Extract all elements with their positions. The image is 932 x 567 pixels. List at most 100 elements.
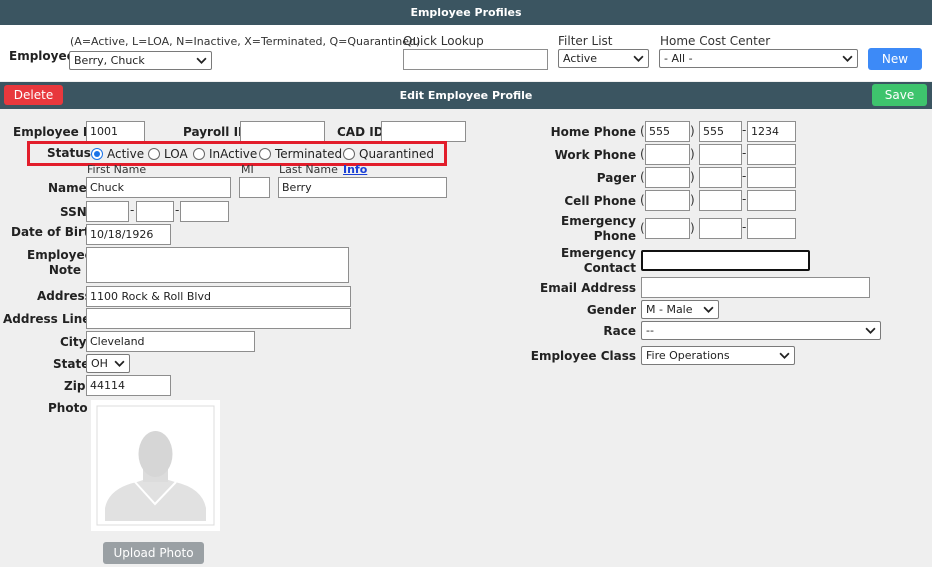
work-phone-area-input[interactable] <box>645 144 690 165</box>
avatar-placeholder-icon <box>96 405 215 526</box>
state-select[interactable]: OH <box>86 354 130 373</box>
email-input[interactable] <box>641 277 870 298</box>
employee-note-textarea[interactable] <box>86 247 349 283</box>
status-option-label: Quarantined <box>359 147 434 161</box>
filter-list-label: Filter List <box>558 34 613 48</box>
chevron-down-icon <box>842 55 853 62</box>
paren-open: ( <box>640 170 645 184</box>
emergency-phone-area-input[interactable] <box>645 218 690 239</box>
filter-list-value: Active <box>563 52 598 65</box>
address-label: Address <box>37 289 92 303</box>
pager-line-input[interactable] <box>747 167 796 188</box>
state-label: State <box>53 357 90 371</box>
page-title: Employee Profiles <box>410 6 522 19</box>
employee-class-select[interactable]: Fire Operations <box>641 346 795 365</box>
address2-input[interactable] <box>86 308 351 329</box>
radio-loa[interactable] <box>148 148 160 160</box>
home-cost-center-select[interactable]: - All - <box>659 49 858 68</box>
note-label-line1: Employee <box>27 248 93 262</box>
quick-lookup-label: Quick Lookup <box>403 34 484 48</box>
emergency-contact-input[interactable] <box>641 250 810 271</box>
city-label: City <box>60 335 87 349</box>
status-radio-loa[interactable]: LOA <box>148 147 188 161</box>
emergency-contact-label-line1: Emergency <box>561 246 636 260</box>
filter-list-select[interactable]: Active <box>558 49 649 68</box>
radio-inactive[interactable] <box>193 148 205 160</box>
zip-label: Zip <box>64 379 86 393</box>
race-select[interactable]: -- <box>641 321 881 340</box>
employee-id-label: Employee ID <box>13 125 98 139</box>
employee-class-label: Employee Class <box>530 349 636 363</box>
radio-terminated[interactable] <box>259 148 271 160</box>
home-phone-area-input[interactable]: 555 <box>645 121 690 142</box>
cell-phone-prefix-input[interactable] <box>699 190 742 211</box>
zip-input[interactable]: 44114 <box>86 375 171 396</box>
status-radio-active[interactable]: Active <box>91 147 144 161</box>
pager-prefix-input[interactable] <box>699 167 742 188</box>
radio-active[interactable] <box>91 148 103 160</box>
new-employee-button[interactable]: New <box>868 48 922 70</box>
cad-id-input[interactable] <box>381 121 466 142</box>
cell-phone-label: Cell Phone <box>564 194 636 208</box>
emergency-phone-label-line1: Emergency <box>561 214 636 228</box>
status-option-label: InActive <box>209 147 258 161</box>
home-cost-center-label: Home Cost Center <box>660 34 771 48</box>
paren-close: ) <box>690 193 695 207</box>
last-name-input[interactable]: Berry <box>278 177 447 198</box>
paren-close: ) <box>690 170 695 184</box>
name-label: Name <box>48 181 87 195</box>
cell-phone-area-input[interactable] <box>645 190 690 211</box>
emergency-phone-prefix-input[interactable] <box>699 218 742 239</box>
cad-id-label: CAD ID <box>337 125 384 139</box>
employee-id-input[interactable]: 1001 <box>86 121 145 142</box>
phone-dash: - <box>742 123 747 137</box>
status-legend: (A=Active, L=LOA, N=Inactive, X=Terminat… <box>70 35 421 48</box>
upload-photo-button[interactable]: Upload Photo <box>103 542 204 564</box>
middle-initial-input[interactable] <box>239 177 270 198</box>
radio-quarantined[interactable] <box>343 148 355 160</box>
home-phone-prefix-input[interactable]: 555 <box>699 121 742 142</box>
paren-open: ( <box>640 221 645 235</box>
status-radio-inactive[interactable]: InActive <box>193 147 257 161</box>
home-phone-label: Home Phone <box>550 125 636 139</box>
pager-area-input[interactable] <box>645 167 690 188</box>
payroll-id-label: Payroll ID <box>183 125 249 139</box>
info-link[interactable]: Info <box>343 163 367 176</box>
status-radio-terminated[interactable]: Terminated <box>259 147 342 161</box>
pager-label: Pager <box>596 171 636 185</box>
chevron-down-icon <box>196 57 207 64</box>
first-name-input[interactable]: Chuck <box>86 177 231 198</box>
gender-select[interactable]: M - Male <box>641 300 719 319</box>
paren-close: ) <box>690 147 695 161</box>
emergency-contact-label-line2: Contact <box>583 261 636 275</box>
address-input[interactable]: 1100 Rock & Roll Blvd <box>86 286 351 307</box>
edit-bar: Edit Employee Profile <box>0 82 932 109</box>
ssn-part2-input[interactable] <box>136 201 174 222</box>
photo-label: Photo <box>48 401 88 415</box>
save-button[interactable]: Save <box>872 84 927 106</box>
work-phone-prefix-input[interactable] <box>699 144 742 165</box>
paren-close: ) <box>690 124 695 138</box>
emergency-phone-line-input[interactable] <box>747 218 796 239</box>
ssn-part3-input[interactable] <box>180 201 229 222</box>
dob-input[interactable]: 10/18/1926 <box>86 224 171 245</box>
city-input[interactable]: Cleveland <box>86 331 255 352</box>
edit-title: Edit Employee Profile <box>399 89 533 102</box>
quick-lookup-input[interactable] <box>403 49 548 70</box>
mi-hint: MI <box>241 163 254 176</box>
cell-phone-line-input[interactable] <box>747 190 796 211</box>
work-phone-line-input[interactable] <box>747 144 796 165</box>
race-label: Race <box>603 324 636 338</box>
delete-button[interactable]: Delete <box>4 85 63 105</box>
home-phone-line-input[interactable]: 1234 <box>747 121 796 142</box>
status-option-label: LOA <box>164 147 188 161</box>
phone-dash: - <box>742 192 747 206</box>
gender-value: M - Male <box>646 303 693 316</box>
ssn-part1-input[interactable] <box>86 201 129 222</box>
payroll-id-input[interactable] <box>240 121 325 142</box>
employee-select[interactable]: Berry, Chuck <box>69 51 212 70</box>
paren-open: ( <box>640 124 645 138</box>
status-label: Status <box>47 146 91 160</box>
status-radio-quarantined[interactable]: Quarantined <box>343 147 434 161</box>
email-label: Email Address <box>540 281 637 295</box>
